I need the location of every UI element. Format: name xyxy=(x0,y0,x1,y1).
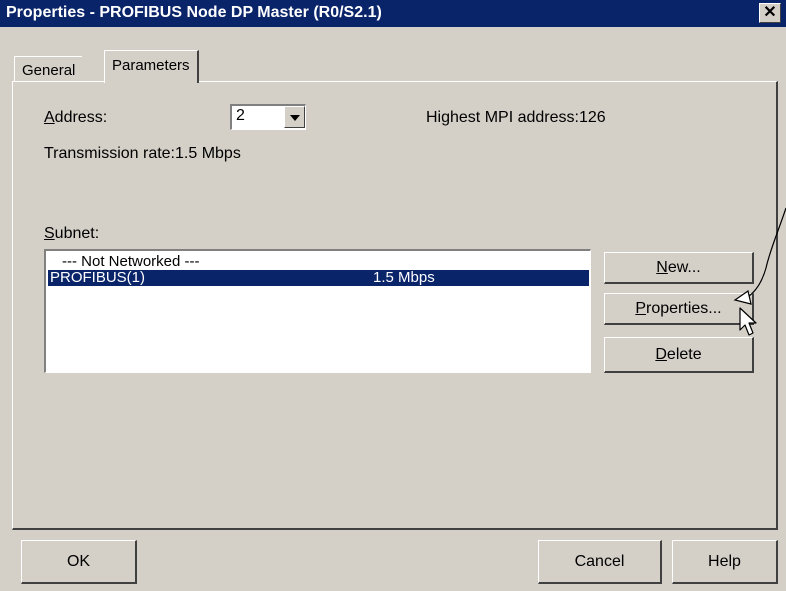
address-label-text: ddress: xyxy=(54,109,108,126)
subnet-rate: 1.5 Mbps xyxy=(373,269,435,286)
subnet-name: --- Not Networked --- xyxy=(62,253,200,270)
subnet-list[interactable]: --- Not Networked --- PROFIBUS(1) 1.5 Mb… xyxy=(44,249,591,373)
address-value: 2 xyxy=(236,107,245,124)
list-item[interactable]: --- Not Networked --- xyxy=(48,254,589,270)
list-item[interactable]: PROFIBUS(1) 1.5 Mbps xyxy=(48,270,589,286)
subnet-label-mnemonic: S xyxy=(44,225,55,242)
title-bar[interactable]: Properties - PROFIBUS Node DP Master (R0… xyxy=(0,0,786,27)
chevron-down-icon[interactable] xyxy=(284,106,305,128)
highest-mpi-address: Highest MPI address:126 xyxy=(426,109,606,126)
new-button-text: ew... xyxy=(667,259,701,276)
address-label: Address: xyxy=(44,109,107,127)
help-button[interactable]: Help xyxy=(672,540,778,584)
dialog-title: Properties - PROFIBUS Node DP Master (R0… xyxy=(6,4,382,21)
address-select[interactable]: 2 xyxy=(230,104,306,130)
new-button-mnemonic: N xyxy=(656,259,668,276)
tab-general[interactable]: General xyxy=(14,56,83,81)
subnet-properties-button[interactable]: Properties... xyxy=(604,293,754,325)
new-subnet-button[interactable]: New... xyxy=(604,252,754,284)
delete-subnet-button[interactable]: Delete xyxy=(604,337,754,373)
close-icon: ✕ xyxy=(763,4,777,21)
subnet-name: PROFIBUS(1) xyxy=(50,269,146,286)
properties-dialog: Properties - PROFIBUS Node DP Master (R0… xyxy=(0,0,786,591)
address-label-mnemonic: A xyxy=(44,109,55,126)
delete-button-mnemonic: D xyxy=(655,346,667,363)
ok-button[interactable]: OK xyxy=(21,540,137,584)
delete-button-text: elete xyxy=(666,346,702,363)
tab-parameters[interactable]: Parameters xyxy=(104,50,199,83)
properties-button-text: roperties... xyxy=(646,300,722,317)
subnet-label-text: ubnet: xyxy=(54,225,100,242)
properties-button-mnemonic: P xyxy=(635,300,647,317)
transmission-rate: Transmission rate:1.5 Mbps xyxy=(44,145,241,162)
close-button[interactable]: ✕ xyxy=(759,3,781,23)
subnet-label: Subnet: xyxy=(44,225,99,243)
cancel-button[interactable]: Cancel xyxy=(538,540,662,584)
